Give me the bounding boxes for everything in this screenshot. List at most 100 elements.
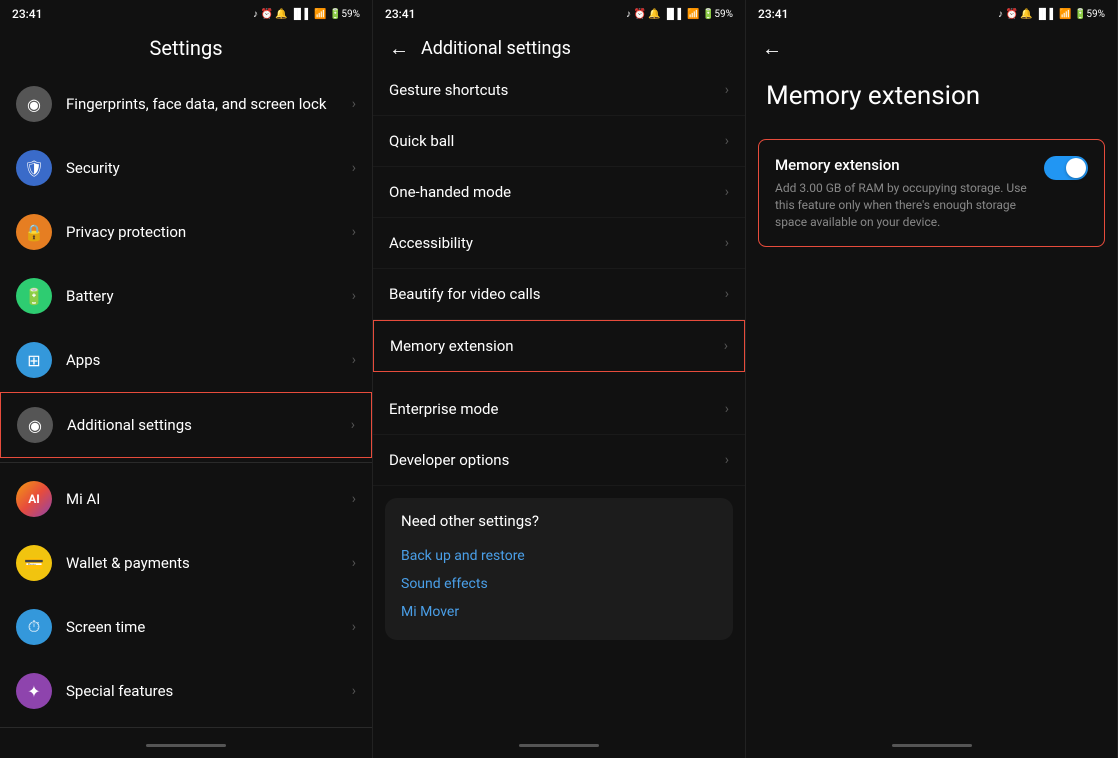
- settings-item-wallet[interactable]: 💳 Wallet & payments ›: [0, 531, 372, 595]
- enterprise-label: Enterprise mode: [389, 400, 725, 418]
- menu-onehanded[interactable]: One-handed mode ›: [373, 167, 745, 218]
- special-label: Special features: [66, 682, 344, 700]
- settings-item-security[interactable]: 🛡 Security ›: [0, 136, 372, 200]
- security-chevron: ›: [352, 160, 356, 176]
- status-icons-3: ♪ ⏰ 🔔 ▐▌▌ 📶 🔋59%: [998, 9, 1105, 20]
- fingerprints-text: Fingerprints, face data, and screen lock: [66, 95, 344, 113]
- miai-label: Mi AI: [66, 490, 344, 508]
- settings-item-screentime[interactable]: ⏱ Screen time ›: [0, 595, 372, 659]
- toggle-knob: [1066, 158, 1086, 178]
- back-bar-3: ←: [746, 28, 1117, 65]
- settings-item-additional[interactable]: ◉ Additional settings ›: [0, 392, 372, 458]
- menu-accessibility[interactable]: Accessibility ›: [373, 218, 745, 269]
- memory-card-content: Memory extension Add 3.00 GB of RAM by o…: [775, 156, 1032, 230]
- special-text: Special features: [66, 682, 344, 700]
- menu-gesture[interactable]: Gesture shortcuts ›: [373, 65, 745, 116]
- screentime-text: Screen time: [66, 618, 344, 636]
- settings-title-bar: Settings: [0, 28, 372, 72]
- back-arrow-2[interactable]: ←: [389, 36, 409, 61]
- fingerprints-chevron: ›: [352, 96, 356, 112]
- back-bar-2: ← Additional settings: [373, 28, 745, 65]
- panel-settings: 23:41 ♪ ⏰ 🔔 ▐▌▌ 📶 🔋59% Settings ◉ Finger…: [0, 0, 373, 758]
- menu-quickball[interactable]: Quick ball ›: [373, 116, 745, 167]
- additional-text: Additional settings: [67, 416, 343, 434]
- security-icon: 🛡: [16, 150, 52, 186]
- settings-item-apps[interactable]: ⊞ Apps ›: [0, 328, 372, 392]
- gesture-label: Gesture shortcuts: [389, 81, 725, 99]
- gesture-chevron: ›: [725, 82, 729, 98]
- status-time-3: 23:41: [758, 7, 788, 21]
- back-arrow-3[interactable]: ←: [762, 36, 782, 61]
- battery-chevron: ›: [352, 288, 356, 304]
- settings-item-privacy[interactable]: 🔒 Privacy protection ›: [0, 200, 372, 264]
- fingerprints-label: Fingerprints, face data, and screen lock: [66, 95, 344, 113]
- menu-memory[interactable]: Memory extension ›: [373, 320, 745, 372]
- additional-icon: ◉: [17, 407, 53, 443]
- nav-bar-2: [373, 736, 745, 758]
- wallet-label: Wallet & payments: [66, 554, 344, 572]
- beautify-label: Beautify for video calls: [389, 285, 725, 303]
- settings-list: ◉ Fingerprints, face data, and screen lo…: [0, 72, 372, 736]
- battery-icon: 🔋: [16, 278, 52, 314]
- developer-label: Developer options: [389, 451, 725, 469]
- divider-2: [0, 727, 372, 728]
- menu-beautify[interactable]: Beautify for video calls ›: [373, 269, 745, 320]
- wallet-chevron: ›: [352, 555, 356, 571]
- additional-list: Gesture shortcuts › Quick ball › One-han…: [373, 65, 745, 736]
- privacy-icon: 🔒: [16, 214, 52, 250]
- nav-indicator-1: [146, 744, 226, 747]
- divider-1: [0, 462, 372, 463]
- apps-text: Apps: [66, 351, 344, 369]
- memory-page-title: Memory extension: [746, 65, 1117, 131]
- settings-item-special[interactable]: ✦ Special features ›: [0, 659, 372, 723]
- miai-chevron: ›: [352, 491, 356, 507]
- status-time-1: 23:41: [12, 7, 42, 21]
- additional-label: Additional settings: [67, 416, 343, 434]
- memory-card-desc: Add 3.00 GB of RAM by occupying storage.…: [775, 180, 1032, 230]
- quickball-label: Quick ball: [389, 132, 725, 150]
- sound-link[interactable]: Sound effects: [401, 570, 717, 598]
- special-chevron: ›: [352, 683, 356, 699]
- nav-indicator-3: [892, 744, 972, 747]
- status-bar-3: 23:41 ♪ ⏰ 🔔 ▐▌▌ 📶 🔋59%: [746, 0, 1117, 28]
- security-text: Security: [66, 159, 344, 177]
- privacy-text: Privacy protection: [66, 223, 344, 241]
- quickball-chevron: ›: [725, 133, 729, 149]
- settings-item-fingerprints[interactable]: ◉ Fingerprints, face data, and screen lo…: [0, 72, 372, 136]
- settings-page-title: Settings: [16, 36, 356, 60]
- additional-chevron: ›: [351, 417, 355, 433]
- memory-chevron: ›: [724, 338, 728, 354]
- wallet-text: Wallet & payments: [66, 554, 344, 572]
- accessibility-label: Accessibility: [389, 234, 725, 252]
- miai-text: Mi AI: [66, 490, 344, 508]
- status-bar-2: 23:41 ♪ ⏰ 🔔 ▐▌▌ 📶 🔋59%: [373, 0, 745, 28]
- nav-bar-1: [0, 736, 372, 758]
- miai-icon: AI: [16, 481, 52, 517]
- memory-label: Memory extension: [390, 337, 724, 355]
- memory-toggle[interactable]: [1044, 156, 1088, 180]
- apps-chevron: ›: [352, 352, 356, 368]
- enterprise-chevron: ›: [725, 401, 729, 417]
- battery-label: Battery: [66, 287, 344, 305]
- privacy-label: Privacy protection: [66, 223, 344, 241]
- apps-label: Apps: [66, 351, 344, 369]
- spacer-1: [373, 372, 745, 384]
- backup-link[interactable]: Back up and restore: [401, 542, 717, 570]
- onehanded-chevron: ›: [725, 184, 729, 200]
- need-other-section: Need other settings? Back up and restore…: [385, 498, 733, 640]
- panel-memory-extension: 23:41 ♪ ⏰ 🔔 ▐▌▌ 📶 🔋59% ← Memory extensio…: [746, 0, 1118, 758]
- special-icon: ✦: [16, 673, 52, 709]
- fingerprint-icon: ◉: [16, 86, 52, 122]
- mover-link[interactable]: Mi Mover: [401, 598, 717, 626]
- screentime-label: Screen time: [66, 618, 344, 636]
- onehanded-label: One-handed mode: [389, 183, 725, 201]
- privacy-chevron: ›: [352, 224, 356, 240]
- settings-item-miai[interactable]: AI Mi AI ›: [0, 467, 372, 531]
- settings-item-accounts[interactable]: 👤 Accounts & sync ›: [0, 732, 372, 736]
- menu-developer[interactable]: Developer options ›: [373, 435, 745, 486]
- status-time-2: 23:41: [385, 7, 415, 21]
- need-other-title: Need other settings?: [401, 512, 717, 530]
- settings-item-battery[interactable]: 🔋 Battery ›: [0, 264, 372, 328]
- menu-enterprise[interactable]: Enterprise mode ›: [373, 384, 745, 435]
- panel3-spacer: [746, 255, 1117, 736]
